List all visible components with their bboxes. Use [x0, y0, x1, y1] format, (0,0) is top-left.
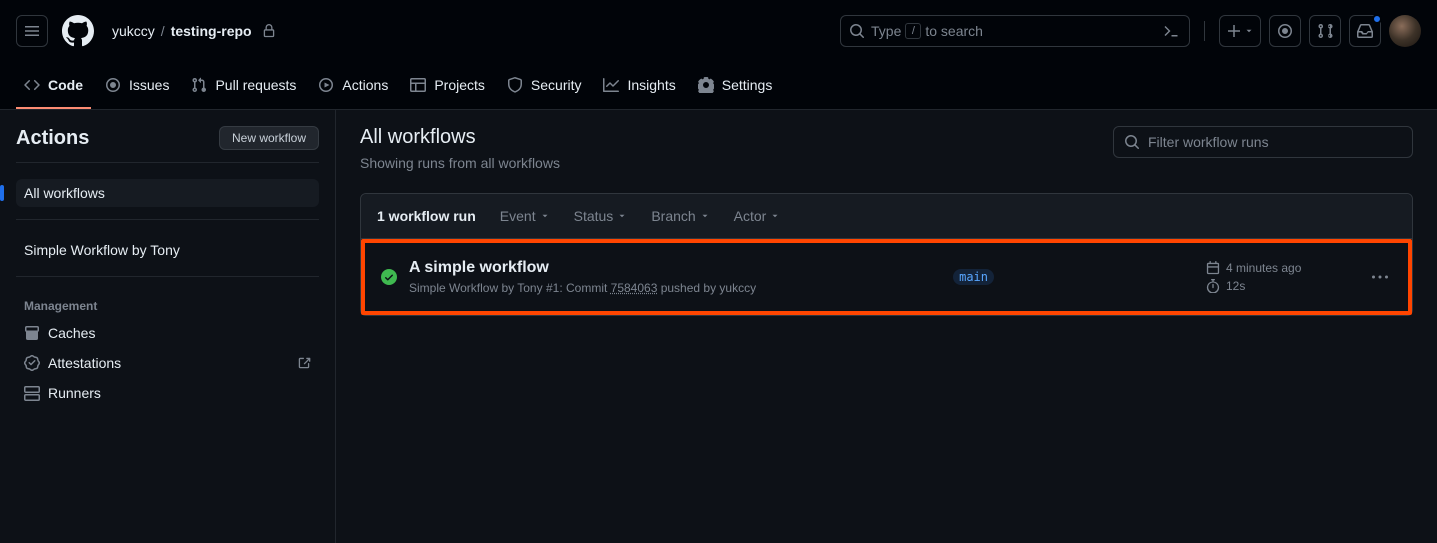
sidebar-title: Actions — [16, 127, 89, 150]
pr-icon — [191, 77, 207, 93]
filter-runs-field[interactable] — [1148, 134, 1402, 150]
sidebar-attestations[interactable]: Attestations — [16, 349, 319, 377]
sidebar-all-workflows-label: All workflows — [24, 185, 105, 201]
table-icon — [410, 77, 426, 93]
pulls-button[interactable] — [1309, 15, 1341, 47]
gear-icon — [698, 77, 714, 93]
run-count: 1 workflow run — [377, 208, 476, 224]
tab-settings-label: Settings — [722, 77, 773, 93]
tab-actions-label: Actions — [342, 77, 388, 93]
calendar-icon — [1206, 261, 1220, 275]
issue-icon — [105, 77, 121, 93]
external-icon — [297, 356, 311, 370]
tab-projects-label: Projects — [434, 77, 485, 93]
tab-projects[interactable]: Projects — [402, 63, 493, 109]
add-button[interactable] — [1219, 15, 1261, 47]
menu-icon — [24, 23, 40, 39]
sidebar-workflow-label: Simple Workflow by Tony — [24, 242, 180, 258]
triangle-down-icon — [540, 211, 550, 221]
tab-actions[interactable]: Actions — [310, 63, 396, 109]
divider — [1204, 21, 1205, 41]
server-icon — [24, 385, 40, 401]
hamburger-menu[interactable] — [16, 15, 48, 47]
search-icon — [849, 23, 865, 39]
lock-icon — [262, 24, 276, 38]
stopwatch-icon — [1206, 279, 1220, 293]
success-icon — [381, 269, 397, 285]
run-title[interactable]: A simple workflow — [409, 259, 941, 277]
sidebar-caches-label: Caches — [48, 325, 95, 341]
inbox-icon — [1357, 23, 1373, 39]
new-workflow-button[interactable]: New workflow — [219, 126, 319, 150]
tab-issues[interactable]: Issues — [97, 63, 177, 109]
verified-icon — [24, 355, 40, 371]
sidebar-all-workflows[interactable]: All workflows — [16, 179, 319, 207]
sidebar-caches[interactable]: Caches — [16, 319, 319, 347]
run-menu-button[interactable] — [1368, 265, 1392, 289]
notification-dot — [1372, 14, 1382, 24]
sidebar-attestations-label: Attestations — [48, 355, 121, 371]
filter-actor[interactable]: Actor — [734, 208, 781, 224]
tab-issues-label: Issues — [129, 77, 169, 93]
highlight-annotation: A simple workflow Simple Workflow by Ton… — [361, 239, 1412, 315]
branch-chip[interactable]: main — [953, 269, 994, 285]
issue-icon — [1277, 23, 1293, 39]
tab-pulls[interactable]: Pull requests — [183, 63, 304, 109]
play-icon — [318, 77, 334, 93]
run-row[interactable]: A simple workflow Simple Workflow by Ton… — [365, 243, 1408, 311]
tab-insights-label: Insights — [627, 77, 675, 93]
global-search[interactable]: Type / to search — [840, 15, 1190, 47]
kebab-icon — [1372, 269, 1388, 285]
run-description: Simple Workflow by Tony #1: Commit 75840… — [409, 281, 941, 295]
cache-icon — [24, 325, 40, 341]
filter-runs-input[interactable] — [1113, 126, 1413, 158]
sidebar-runners-label: Runners — [48, 385, 101, 401]
pr-icon — [1317, 23, 1333, 39]
breadcrumb: yukccy / testing-repo — [112, 23, 276, 39]
filter-event[interactable]: Event — [500, 208, 550, 224]
sidebar-runners[interactable]: Runners — [16, 379, 319, 407]
triangle-down-icon — [1244, 26, 1254, 36]
graph-icon — [603, 77, 619, 93]
triangle-down-icon — [700, 211, 710, 221]
slash-key: / — [905, 23, 921, 39]
issues-button[interactable] — [1269, 15, 1301, 47]
tab-settings[interactable]: Settings — [690, 63, 781, 109]
tab-code-label: Code — [48, 77, 83, 93]
page-title: All workflows — [360, 126, 560, 149]
github-logo[interactable] — [62, 15, 94, 47]
page-subtitle: Showing runs from all workflows — [360, 155, 560, 171]
triangle-down-icon — [617, 211, 627, 221]
repo-link[interactable]: testing-repo — [171, 23, 252, 39]
code-icon — [24, 77, 40, 93]
run-time: 4 minutes ago — [1226, 261, 1301, 275]
tab-code[interactable]: Code — [16, 63, 91, 109]
search-placeholder: Type / to search — [871, 23, 1155, 39]
owner-link[interactable]: yukccy — [112, 23, 155, 39]
tab-security[interactable]: Security — [499, 63, 590, 109]
run-duration: 12s — [1226, 279, 1245, 293]
tab-pulls-label: Pull requests — [215, 77, 296, 93]
triangle-down-icon — [770, 211, 780, 221]
search-icon — [1124, 134, 1140, 150]
tab-insights[interactable]: Insights — [595, 63, 683, 109]
breadcrumb-sep: / — [161, 23, 165, 39]
plus-icon — [1226, 23, 1242, 39]
command-palette-icon — [1161, 21, 1181, 41]
commit-sha-link[interactable]: 7584063 — [611, 281, 658, 295]
filter-status[interactable]: Status — [574, 208, 628, 224]
filter-branch[interactable]: Branch — [651, 208, 709, 224]
notifications-button[interactable] — [1349, 15, 1381, 47]
tab-security-label: Security — [531, 77, 582, 93]
sidebar-workflow-item[interactable]: Simple Workflow by Tony — [16, 236, 319, 264]
avatar[interactable] — [1389, 15, 1421, 47]
github-icon — [62, 15, 94, 47]
management-header: Management — [16, 293, 319, 319]
shield-icon — [507, 77, 523, 93]
